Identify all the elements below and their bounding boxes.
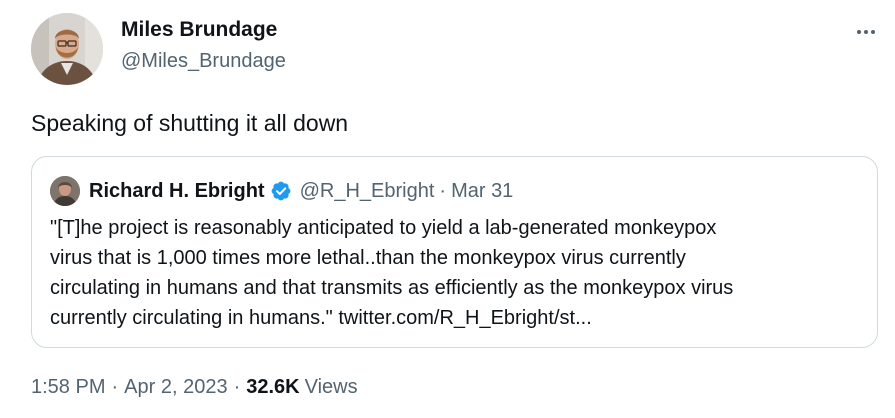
quoted-text-line: virus that is 1,000 times more lethal..t…: [50, 247, 686, 269]
author-name[interactable]: Miles Brundage: [121, 18, 277, 42]
views-count: 32.6K: [246, 376, 300, 398]
quoted-tweet-date[interactable]: Mar 31: [451, 180, 513, 203]
author-avatar-image: [31, 13, 103, 85]
more-options-icon: [864, 30, 868, 34]
quoted-tweet[interactable]: Richard H. Ebright @R_H_Ebright · Mar 31…: [31, 156, 878, 348]
tweet-metadata: 1:58 PM · Apr 2, 2023 · 32.6K Views: [31, 376, 358, 399]
quoted-text-line: circulating in humans and that transmits…: [50, 277, 734, 299]
tweet-text: Speaking of shutting it all down: [31, 110, 349, 136]
more-options-icon: [857, 30, 861, 34]
more-options-icon: [871, 30, 875, 34]
tweet-card: Miles Brundage @Miles_Brundage Speaking …: [0, 0, 895, 418]
tweet-time[interactable]: 1:58 PM: [31, 376, 105, 399]
tweet-date[interactable]: Apr 2, 2023: [124, 376, 227, 399]
quoted-text-line: "[T]he project is reasonably anticipated…: [50, 217, 717, 239]
verified-badge-icon: [271, 181, 290, 201]
quoted-author-avatar-image: [50, 176, 80, 206]
quoted-author-name[interactable]: Richard H. Ebright: [89, 180, 265, 203]
quoted-header-separator: ·: [439, 179, 447, 202]
quoted-tweet-text: "[T]he project is reasonably anticipated…: [50, 213, 865, 333]
quoted-text-line: currently circulating in humans." twitte…: [50, 307, 592, 329]
views-label: Views: [304, 376, 358, 398]
quoted-tweet-header: Richard H. Ebright @R_H_Ebright · Mar 31: [89, 177, 513, 205]
quoted-author-handle[interactable]: @R_H_Ebright: [300, 180, 435, 203]
author-avatar[interactable]: [31, 13, 103, 85]
meta-separator: ·: [233, 376, 241, 398]
more-options-button[interactable]: [846, 20, 886, 44]
quoted-author-avatar[interactable]: [50, 176, 80, 206]
author-handle[interactable]: @Miles_Brundage: [121, 50, 286, 73]
meta-separator: ·: [111, 376, 119, 398]
